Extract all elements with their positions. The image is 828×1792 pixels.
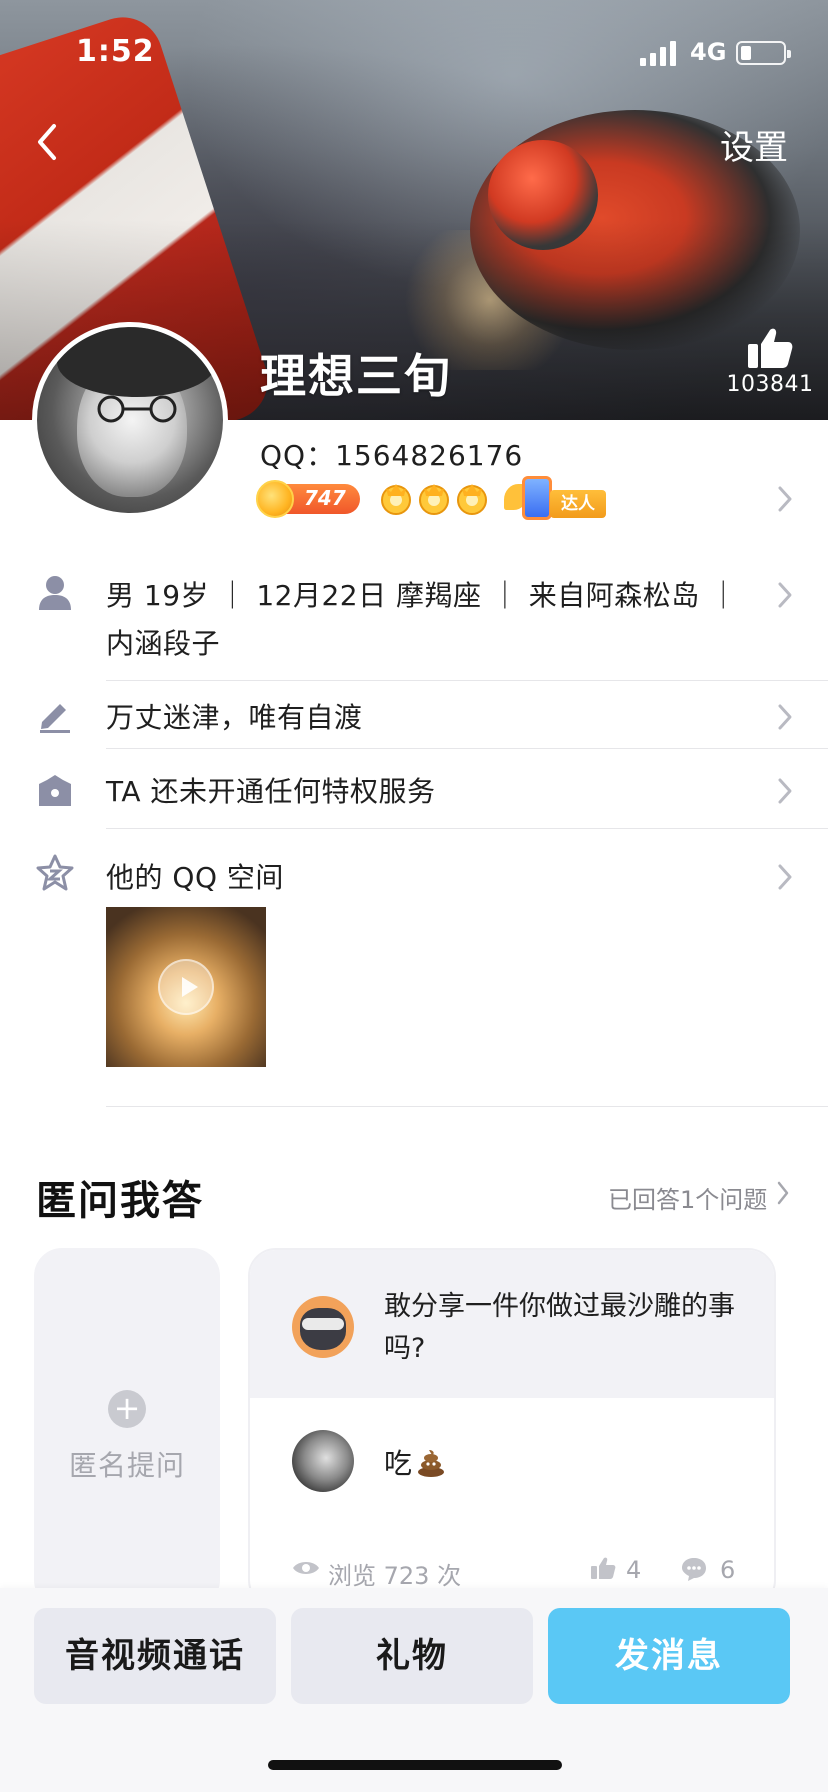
status-time: 1:52 — [76, 34, 155, 69]
thumbs-up-icon[interactable] — [590, 1556, 616, 1580]
back-button[interactable] — [28, 118, 68, 166]
poop-emoji-icon — [418, 1450, 445, 1477]
view-count: 浏览 723 次 — [328, 1562, 462, 1590]
crown-icon — [381, 484, 411, 515]
info-basic-line-2: 内涵段子 — [106, 627, 221, 660]
anonymous-cat-avatar — [292, 1296, 354, 1358]
chevron-left-icon — [38, 124, 56, 160]
send-message-button[interactable]: 发消息 — [548, 1608, 790, 1704]
answerer-avatar — [292, 1430, 354, 1492]
qq-number: QQ：1564826176 — [260, 439, 524, 472]
chevron-right-icon — [778, 582, 792, 608]
expert-badge-label: 达人 — [550, 490, 606, 518]
gift-button[interactable]: 礼物 — [291, 1608, 533, 1704]
question-area: 敢分享一件你做过最沙雕的事吗? — [250, 1250, 774, 1398]
divider — [106, 828, 828, 829]
settings-button[interactable]: 设置 — [720, 120, 788, 169]
qzone-label: 他的 QQ 空间 — [106, 861, 284, 894]
chevron-right-icon[interactable] — [776, 484, 794, 514]
chevron-right-icon — [778, 778, 792, 804]
info-row-qzone[interactable]: 他的 QQ 空间 — [0, 852, 828, 912]
battery-icon — [736, 41, 791, 65]
info-row-privilege[interactable]: TA 还未开通任何特权服务 — [0, 766, 828, 826]
like-button[interactable]: 103841 — [720, 326, 820, 397]
info-basic-line-1: 男 19岁 ｜ 12月22日 摩羯座 ｜ 来自阿森松岛 ｜ — [106, 579, 738, 612]
like-count: 103841 — [726, 372, 814, 397]
level-number: 747 — [304, 486, 346, 510]
info-row-basic[interactable]: 男 19岁 ｜ 12月22日 摩羯座 ｜ 来自阿森松岛 ｜ 内涵段子 — [0, 572, 828, 672]
person-icon — [39, 576, 71, 610]
answer-comment-count: 6 — [720, 1556, 736, 1584]
answer-stats: 浏览 723 次 4 6 — [292, 1556, 752, 1590]
question-text: 敢分享一件你做过最沙雕的事吗? — [384, 1291, 735, 1364]
qzone-video-thumbnail[interactable] — [106, 907, 266, 1067]
pencil-icon — [40, 704, 70, 733]
battery-level-fill — [741, 46, 751, 60]
crown-icon — [419, 484, 449, 515]
signature-text: 万丈迷津，唯有自渡 — [106, 701, 363, 734]
glasses-shape — [97, 395, 177, 423]
qa-section-title: 匿问我答 — [36, 1178, 204, 1224]
divider — [106, 748, 828, 749]
phone-icon — [522, 476, 552, 520]
anonymous-ask-card[interactable]: + 匿名提问 — [34, 1248, 220, 1608]
chevron-right-icon[interactable] — [776, 1180, 790, 1206]
sun-icon — [256, 480, 294, 518]
plus-icon: + — [108, 1390, 146, 1428]
answer-text-value: 吃 — [384, 1447, 413, 1480]
chevron-right-icon — [778, 864, 792, 890]
play-icon — [158, 959, 214, 1015]
badge-row[interactable]: 747 达人 — [256, 476, 740, 522]
divider — [106, 680, 828, 681]
info-row-signature[interactable]: 万丈迷津，唯有自渡 — [0, 692, 828, 752]
qa-answered-count[interactable]: 已回答1个问题 — [608, 1180, 767, 1215]
nickname: 理想三旬 — [260, 349, 452, 403]
crown-box-icon — [39, 775, 71, 806]
home-indicator — [268, 1760, 562, 1770]
qzone-star-icon — [36, 854, 74, 891]
expert-badge: 达人 — [504, 476, 608, 522]
anonymous-ask-label: 匿名提问 — [68, 1449, 185, 1482]
level-badge: 747 — [256, 480, 360, 518]
comment-bubble-icon[interactable] — [680, 1556, 708, 1582]
thumbs-up-icon — [748, 328, 793, 368]
divider — [106, 1106, 828, 1107]
video-call-button[interactable]: 音视频通话 — [34, 1608, 276, 1704]
signal-icon — [640, 40, 680, 66]
answer-text: 吃 — [384, 1442, 446, 1482]
answer-card[interactable]: 敢分享一件你做过最沙雕的事吗? 吃 浏览 723 次 4 6 — [248, 1248, 776, 1608]
chevron-right-icon — [778, 704, 792, 730]
eye-icon — [293, 1562, 319, 1574]
answer-like-count: 4 — [626, 1556, 642, 1584]
status-bar: 1:52 4G — [0, 0, 828, 100]
avatar[interactable] — [32, 322, 228, 518]
privilege-text: TA 还未开通任何特权服务 — [106, 775, 436, 808]
network-type: 4G — [690, 38, 727, 66]
crown-icon — [457, 484, 487, 515]
